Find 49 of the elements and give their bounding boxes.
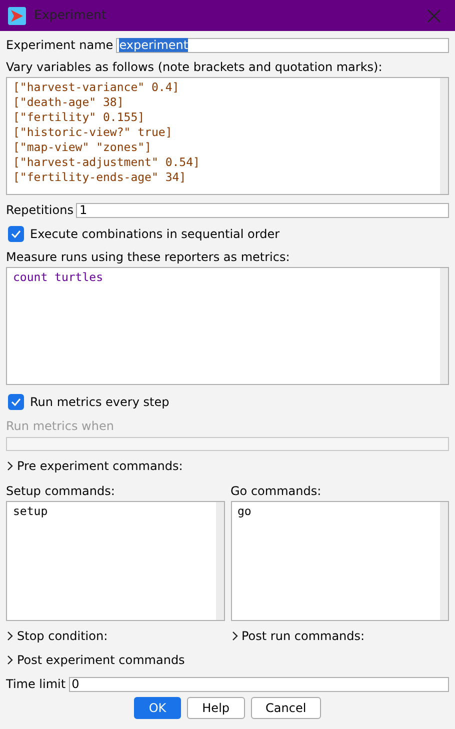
code-line: ["fertility" 0.155]	[13, 110, 146, 125]
section-label[interactable]: Pre experiment commands:	[17, 458, 183, 474]
time-limit-field[interactable]: 0	[68, 676, 449, 692]
section-label[interactable]: Post experiment commands	[17, 652, 185, 668]
checkbox[interactable]	[8, 394, 24, 410]
go-commands-editor[interactable]: go	[230, 501, 449, 621]
dialog-button[interactable]: Cancel	[250, 697, 322, 719]
run-metrics-when-field[interactable]	[6, 437, 449, 451]
repetitions-field[interactable]: 1	[76, 202, 449, 218]
metrics-editor[interactable]: count turtles	[6, 267, 449, 385]
scrollbar-track[interactable]	[440, 268, 448, 384]
variables-editor[interactable]: ["harvest-variance" 0.4] ["death-age" 38] ["fertility" 0.155] ["historic-view?" true] ["map-view" "zones"] ["harvest-adjustment" 0.54] ["fertility-ends-age" 34]	[6, 77, 449, 195]
code-line: ["death-age" 38]	[13, 95, 125, 110]
time-limit-label: Time limit	[6, 676, 66, 692]
code-line: ["fertility-ends-age" 34]	[13, 170, 188, 185]
check-icon	[10, 228, 22, 240]
code-line: setup	[13, 504, 49, 519]
code-line: count turtles	[13, 270, 104, 285]
metrics-label: Measure runs using these reporters as metrics:	[6, 249, 291, 265]
app-icon	[8, 6, 26, 24]
scrollbar-track[interactable]	[216, 502, 224, 620]
setup-commands-label: Setup commands:	[6, 483, 116, 499]
scrollbar-track[interactable]	[440, 502, 448, 620]
code-line: ["harvest-adjustment" 0.54]	[13, 155, 201, 170]
code-line: ["harvest-variance" 0.4]	[13, 80, 180, 95]
go-commands-label: Go commands:	[230, 483, 322, 499]
dialog-button[interactable]: OK	[134, 697, 182, 719]
scrollbar-track[interactable]	[440, 78, 448, 194]
dialog-button[interactable]: Help	[187, 697, 245, 719]
checkbox-label: Run metrics every step	[30, 394, 170, 410]
run-metrics-when-label: Run metrics when	[6, 418, 115, 434]
chevron-right-icon[interactable]	[6, 631, 14, 641]
code-line: ["historic-view?" true]	[13, 125, 174, 140]
checkbox[interactable]	[8, 226, 24, 242]
experiment-name-field[interactable]: experiment	[116, 38, 449, 52]
window-title: Experiment	[34, 6, 108, 24]
chevron-right-icon[interactable]	[230, 631, 238, 641]
chevron-right-icon[interactable]	[6, 655, 14, 665]
section-label[interactable]: Post run commands:	[242, 628, 365, 644]
code-line: go	[238, 504, 252, 519]
checkbox-label: Execute combinations in sequential order	[30, 226, 280, 242]
code-line: ["map-view" "zones"]	[13, 140, 152, 155]
repetitions-label: Repetitions	[6, 202, 74, 218]
check-icon	[10, 396, 22, 408]
vary-variables-label: Vary variables as follows (note brackets and quotation marks):	[6, 59, 384, 75]
chevron-right-icon[interactable]	[6, 461, 14, 471]
setup-commands-editor[interactable]: setup	[6, 501, 224, 621]
section-label[interactable]: Stop condition:	[17, 628, 108, 644]
experiment-name-label: Experiment name	[6, 37, 114, 53]
